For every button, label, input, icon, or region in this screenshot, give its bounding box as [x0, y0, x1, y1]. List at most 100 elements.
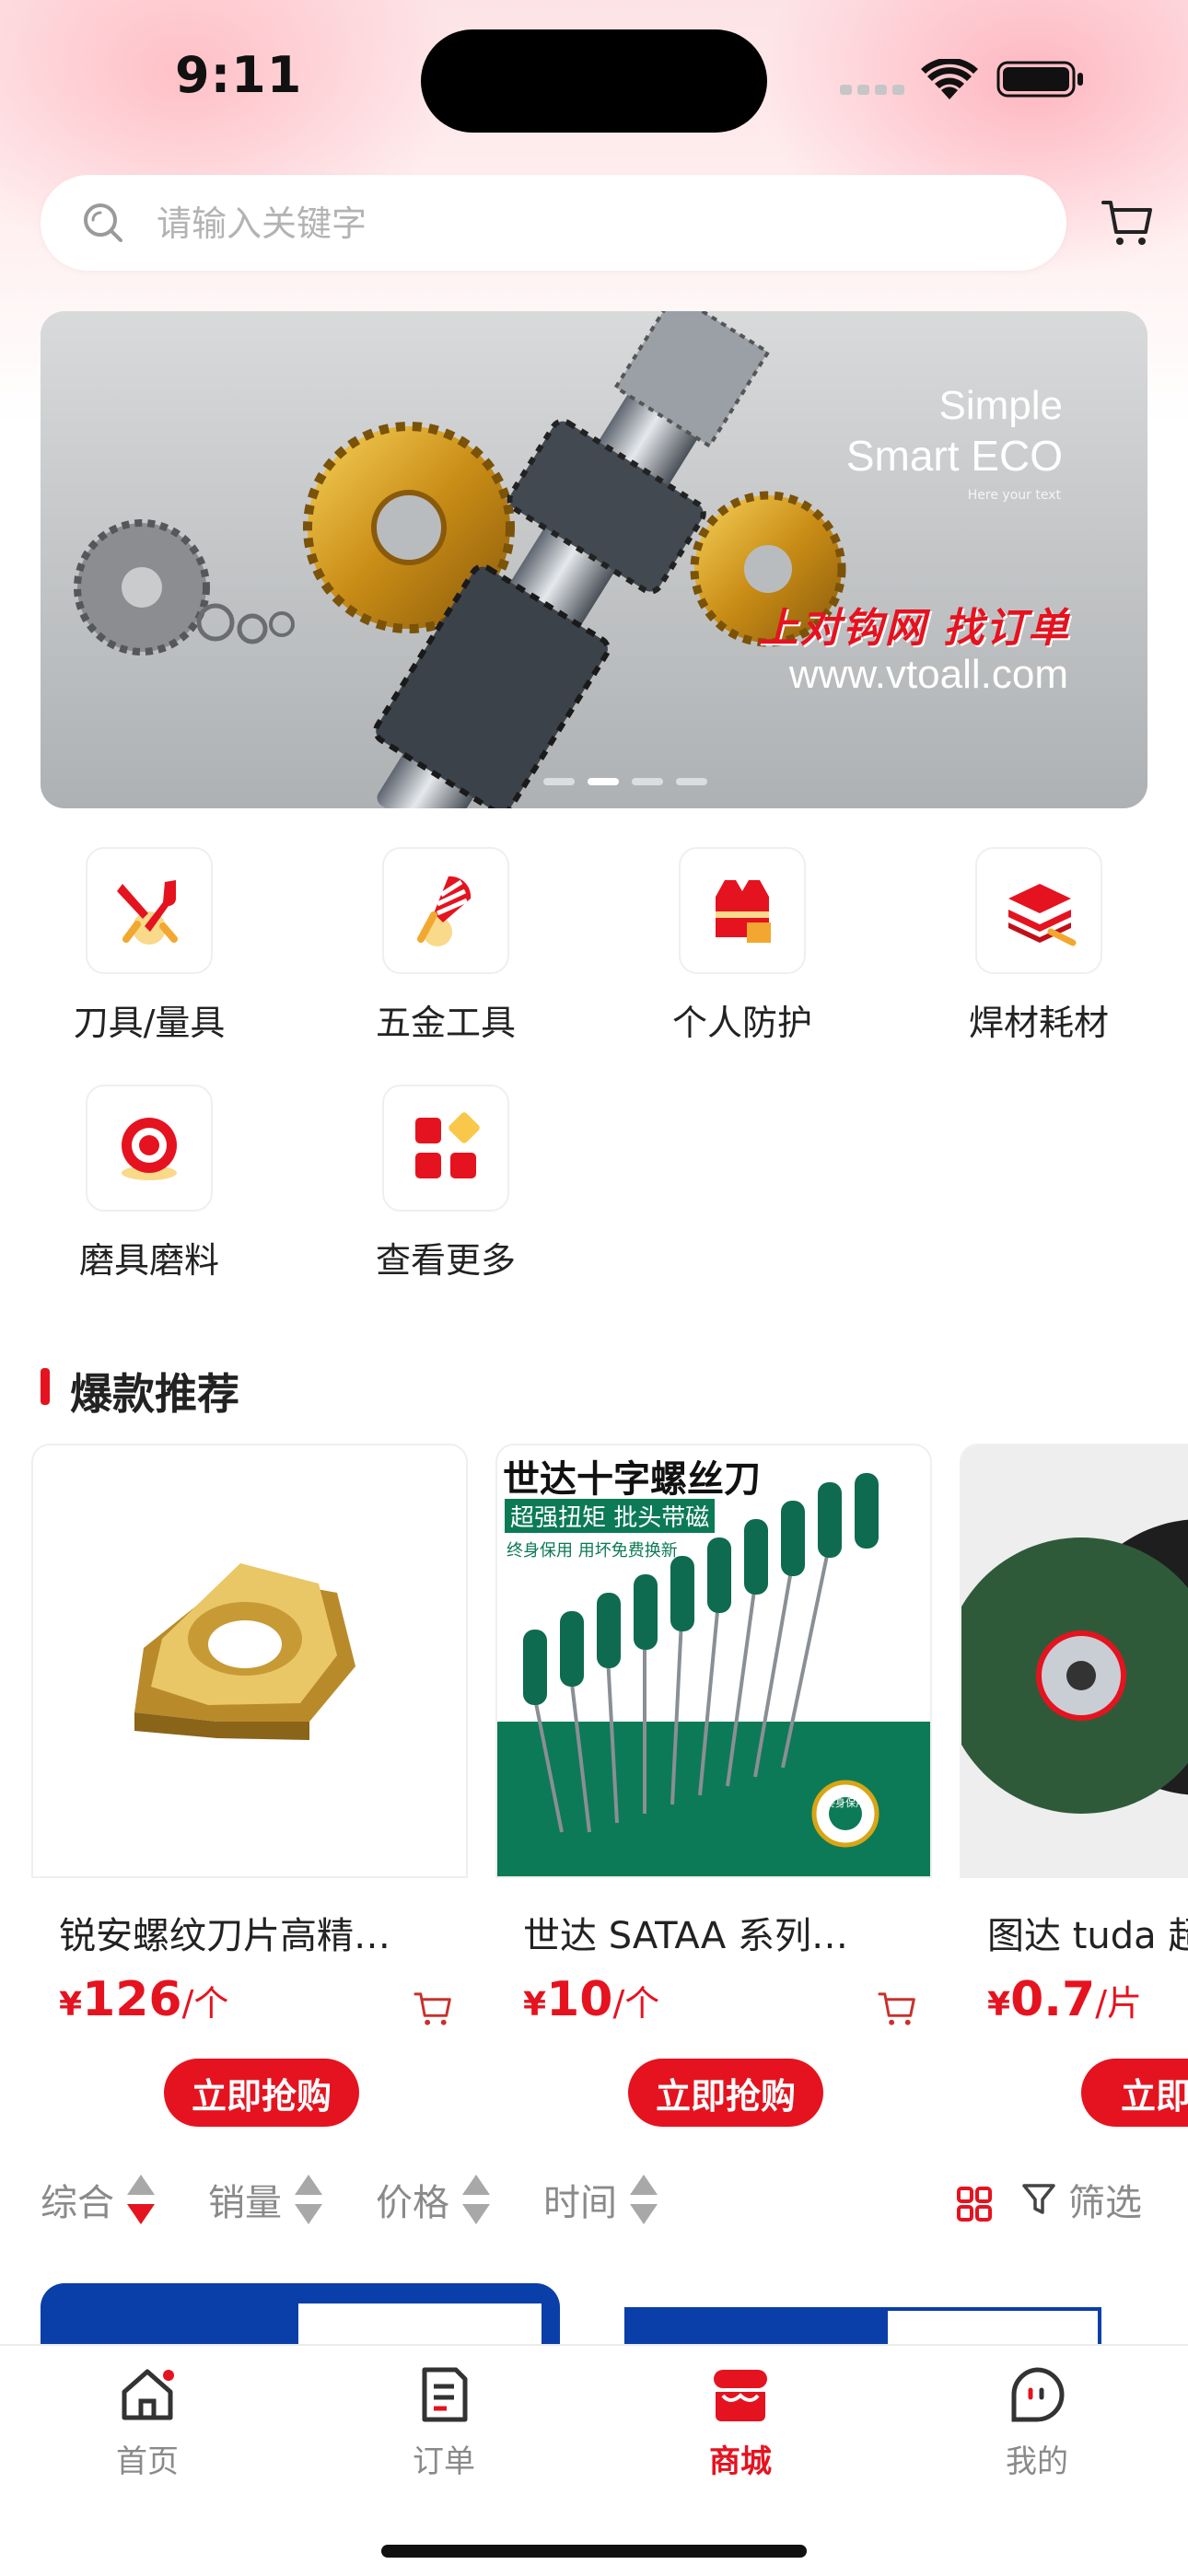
category-more[interactable]: 查看更多 [344, 1085, 547, 1282]
category-icon-box [382, 1085, 509, 1212]
tab-label: 订单 [413, 2443, 475, 2480]
category-label: 焊材耗材 [968, 1003, 1109, 1043]
category-icon-box [86, 847, 213, 974]
category-welding[interactable]: 焊材耗材 [938, 847, 1140, 1045]
home-icon [122, 2369, 174, 2420]
banner-dot[interactable] [543, 778, 575, 785]
add-to-cart-icon[interactable] [877, 1989, 917, 2029]
sort-price[interactable]: 价格 [376, 2173, 492, 2226]
category-protection[interactable]: 个人防护 [641, 847, 844, 1045]
banner-dot[interactable] [632, 778, 663, 785]
product-image [960, 1444, 1188, 1878]
battery-icon [996, 61, 1083, 98]
tab-home[interactable]: 首页 [64, 2364, 230, 2481]
price-value: 0.7 [1010, 1972, 1096, 2027]
product-name: 图达 tuda 超 [987, 1915, 1188, 1957]
buy-now-button[interactable]: 立即抢 [1081, 2059, 1188, 2127]
search-row [41, 175, 1155, 271]
filter-button[interactable]: 筛选 [1020, 2173, 1142, 2226]
hot-product-card[interactable]: 图达 tuda 超 ¥0.7/片 立即抢 [960, 1444, 1188, 2143]
tools-icon [117, 880, 178, 945]
price-currency: ¥ [59, 1986, 83, 2024]
category-label: 查看更多 [375, 1240, 516, 1281]
profile-icon [1011, 2367, 1065, 2422]
banner-tagline-secondary: Smart ECO [845, 432, 1063, 480]
sort-label: 时间 [543, 2182, 617, 2224]
sort-arrows-icon [295, 2175, 322, 2224]
thread-insert-illustration [134, 1563, 355, 1740]
grid-view-icon[interactable] [956, 2186, 993, 2222]
promo-banner[interactable]: Simple Smart ECO Here your text 上对钩网 找订单… [41, 311, 1147, 808]
dynamic-island [421, 29, 767, 133]
category-hardware[interactable]: 五金工具 [344, 847, 547, 1045]
image-seal-text: 终身保用 [825, 1797, 866, 1809]
buy-now-button[interactable]: 立即抢购 [628, 2059, 823, 2127]
screw-icon [417, 876, 472, 946]
price-unit: /片 [1095, 1983, 1142, 2024]
product-name: 世达 SATAA 系列… [523, 1915, 848, 1957]
more-grid-icon [415, 1112, 480, 1178]
price-currency: ¥ [523, 1986, 547, 2024]
product-price: ¥126/个 [59, 1972, 228, 2027]
search-icon [84, 203, 122, 242]
product-name: 锐安螺纹刀片高精… [59, 1915, 390, 1957]
buy-now-button[interactable]: 立即抢购 [164, 2059, 359, 2127]
price-value: 10 [546, 1972, 613, 2027]
tab-label: 商城 [709, 2443, 772, 2480]
sort-time[interactable]: 时间 [543, 2173, 659, 2226]
filter-label: 筛选 [1068, 2182, 1142, 2224]
category-label: 磨具磨料 [78, 1240, 219, 1281]
search-box[interactable] [41, 175, 1066, 271]
hot-product-card[interactable]: 锐安螺纹刀片高精… ¥126/个 立即抢购 [31, 1444, 468, 2143]
sort-arrows-icon [127, 2175, 155, 2224]
price-currency: ¥ [987, 1986, 1011, 2024]
banner-small-text: Here your text [967, 488, 1061, 503]
banner-url: www.vtoall.com [788, 652, 1068, 697]
price-unit: /个 [181, 1983, 229, 2024]
status-bar: 9:11 [0, 0, 1188, 147]
cellular-signal-icon [840, 81, 910, 99]
cutting-discs-illustration [961, 1519, 1188, 1814]
category-icon-box [86, 1085, 213, 1212]
tab-label: 我的 [1006, 2443, 1068, 2480]
category-tools[interactable]: 刀具/量具 [48, 847, 250, 1045]
banner-dot[interactable] [676, 778, 707, 785]
banner-dot-active[interactable] [588, 778, 619, 785]
tab-orders[interactable]: 订单 [361, 2364, 527, 2481]
search-input[interactable] [155, 195, 987, 252]
category-label: 个人防护 [671, 1003, 812, 1043]
home-indicator [381, 2545, 807, 2558]
hot-product-card[interactable]: 世达十字螺丝刀 超强扭矩 批头带磁 终身保用 用坏免费换新 终身保用 世达 SA… [495, 1444, 932, 2143]
section-title: 爆款推荐 [70, 1369, 239, 1419]
cart-icon[interactable] [1100, 195, 1155, 250]
status-time: 9:11 [175, 46, 303, 104]
sort-label: 价格 [376, 2182, 449, 2224]
sort-arrows-icon [462, 2175, 490, 2224]
price-unit: /个 [612, 1983, 660, 2024]
section-accent-bar [41, 1368, 50, 1405]
banner-pagination [543, 772, 720, 789]
category-icon-box [382, 847, 509, 974]
safety-vest-icon [716, 880, 771, 943]
product-image [31, 1444, 468, 1878]
category-icon-box [679, 847, 806, 974]
tab-store[interactable]: 商城 [658, 2364, 823, 2481]
product-image: 世达十字螺丝刀 超强扭矩 批头带磁 终身保用 用坏免费换新 终身保用 [495, 1444, 932, 1878]
welding-materials-icon [1008, 884, 1077, 946]
sort-label: 综合 [41, 2182, 114, 2224]
banner-slogan: 上对钩网 找订单 [757, 605, 1070, 652]
tab-profile[interactable]: 我的 [954, 2364, 1120, 2481]
bottom-tab-bar: 首页 订单 商城 我的 [0, 2344, 1188, 2576]
sort-sales[interactable]: 销量 [208, 2173, 324, 2226]
store-icon [714, 2370, 767, 2421]
sort-arrows-icon [630, 2175, 658, 2224]
category-abrasives[interactable]: 磨具磨料 [48, 1085, 250, 1282]
product-price: ¥0.7/片 [987, 1972, 1142, 2027]
sort-label: 销量 [208, 2182, 282, 2224]
grinding-wheel-icon [122, 1118, 177, 1180]
add-to-cart-icon[interactable] [413, 1989, 453, 2029]
tab-label: 首页 [116, 2443, 179, 2480]
sort-bar: 综合 销量 价格 时间 筛选 [41, 2173, 1155, 2239]
filter-icon [1022, 2184, 1055, 2214]
sort-comprehensive[interactable]: 综合 [41, 2173, 157, 2226]
